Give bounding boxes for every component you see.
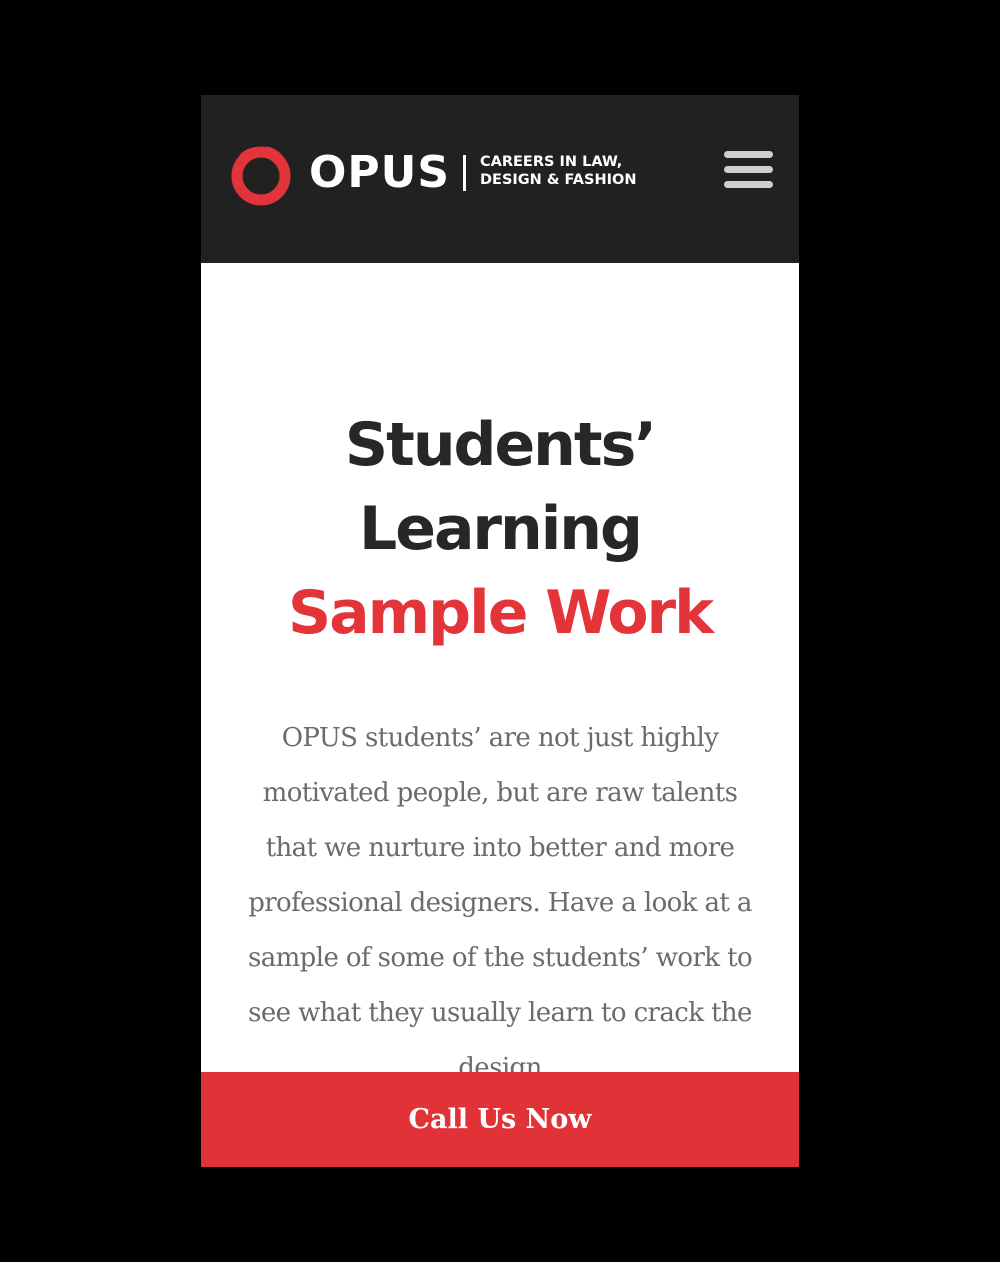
red-ring-logo-icon[interactable] [228, 142, 294, 208]
menu-bar-bottom [724, 181, 773, 188]
brand-name[interactable]: OPUS [309, 143, 450, 203]
tagline-line-1: CAREERS IN LAW, [480, 154, 623, 170]
tagline-line-2: DESIGN & FASHION [480, 172, 637, 188]
brand-divider [463, 155, 466, 191]
menu-bar-middle [724, 166, 773, 173]
page-title-line-2: Learning [359, 494, 643, 564]
page-title: Students’ Learning Sample Work [201, 403, 799, 655]
mobile-page: OPUS CAREERS IN LAW, DESIGN & FASHION St… [201, 95, 799, 1167]
brand-tagline: CAREERS IN LAW, DESIGN & FASHION [480, 153, 670, 189]
call-us-now-button[interactable]: Call Us Now [201, 1072, 799, 1167]
hamburger-menu-icon[interactable] [721, 149, 777, 191]
intro-paragraph: OPUS students’ are not just highly motiv… [247, 723, 753, 1083]
site-header: OPUS CAREERS IN LAW, DESIGN & FASHION [201, 95, 799, 263]
main-content: Students’ Learning Sample Work OPUS stud… [201, 263, 799, 1167]
page-title-highlight: Sample Work [287, 578, 714, 648]
call-us-now-label: Call Us Now [408, 1104, 592, 1135]
menu-bar-top [724, 151, 773, 158]
page-title-line-1: Students’ [344, 410, 657, 480]
